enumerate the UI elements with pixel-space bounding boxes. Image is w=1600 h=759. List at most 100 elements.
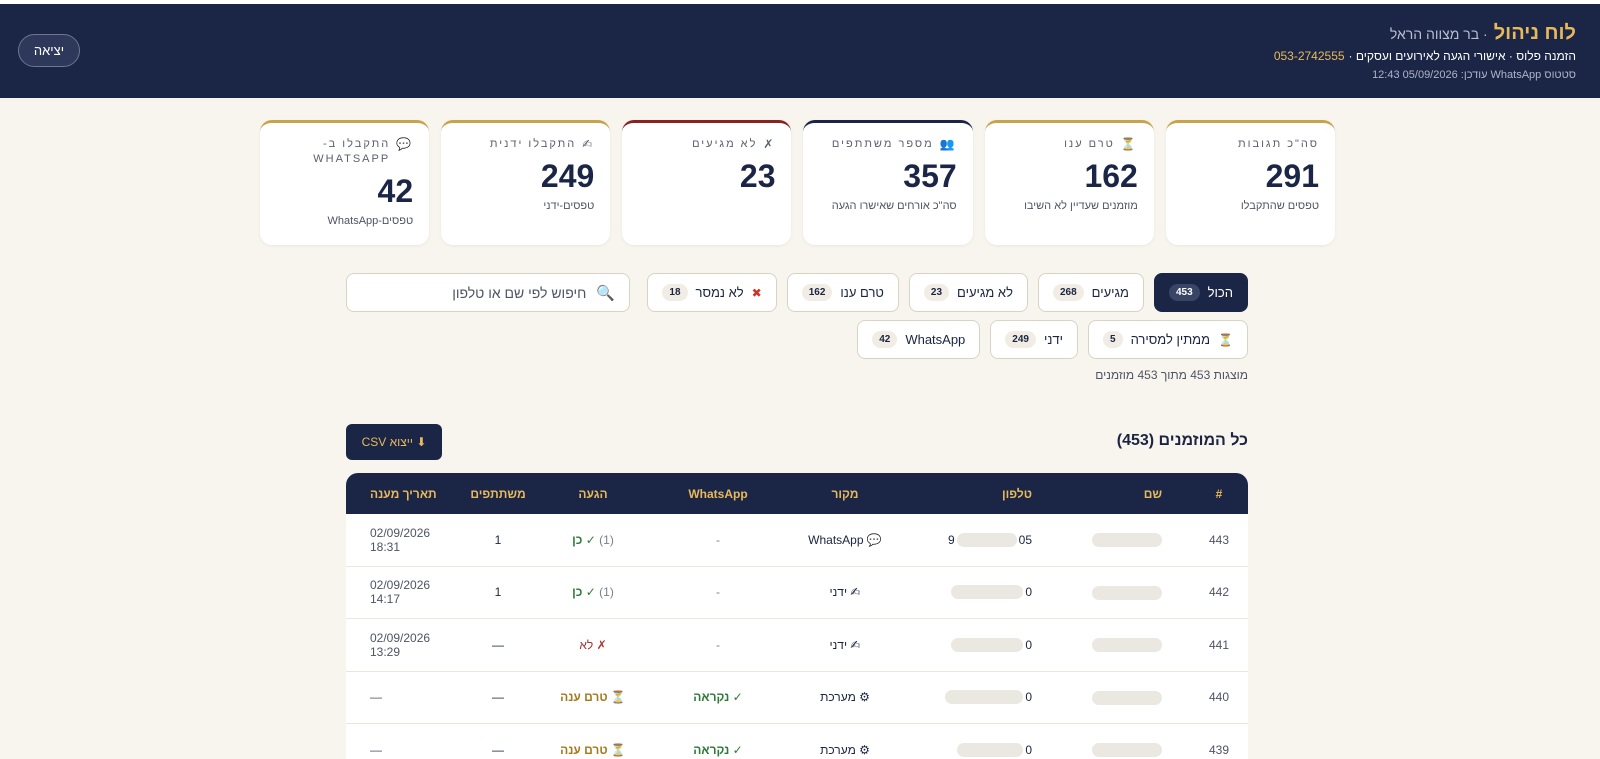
guests-table: # שם טלפון מקור WhatsApp הגעה משתתפים תא…	[346, 473, 1248, 759]
response-date: —	[370, 742, 382, 757]
source-cell: ⚙ מערכת	[820, 742, 870, 757]
row-number: 441	[1208, 637, 1230, 652]
table-row[interactable]: 443 05 9 💬 WhatsApp - (1) ✓ כן 1 02/09/20…	[346, 514, 1248, 567]
filter-count: 453	[1168, 284, 1200, 301]
participants-cell: 1	[494, 585, 502, 600]
redacted-phone	[957, 742, 1024, 757]
row-number: 440	[1208, 690, 1230, 705]
table-row[interactable]: 440 0 ⚙ מערכת ✓ נקראה ⏳ טרם ענה — —	[346, 672, 1248, 724]
guest-phone: 0	[902, 742, 1042, 757]
hand-icon: ✍	[582, 137, 595, 151]
filter-pending[interactable]: טרם ענו 162	[786, 273, 899, 312]
filter-label: טרם ענו	[840, 285, 884, 300]
redacted-name	[1092, 533, 1162, 548]
export-csv-button[interactable]: ⬇ ייצוא CSV	[346, 424, 442, 460]
column-header[interactable]: משתתפים	[458, 487, 538, 501]
table-header: # שם טלפון מקור WhatsApp הגעה משתתפים תא…	[346, 473, 1248, 514]
stat-desc: סה"כ אורחים שאישרו הגעה	[831, 200, 957, 212]
table-row[interactable]: 439 0 ⚙ מערכת ✓ נקראה ⏳ טרם ענה — —	[346, 724, 1248, 759]
column-header[interactable]: הגעה	[538, 487, 648, 501]
column-header[interactable]: שם	[1042, 487, 1202, 501]
header-description: הזמנה פלוס · אישורי הגעה לאירועים ועסקים…	[1274, 49, 1576, 63]
filter-coming[interactable]: מגיעים 268	[1037, 273, 1144, 312]
header-phone: 053-2742555	[1273, 49, 1345, 63]
whatsapp-status-cell: -	[716, 532, 720, 547]
results-count: מוצגות 453 מתוך 453 מוזמנים	[1095, 368, 1248, 382]
stat-label: סה"כ תגובות	[1238, 138, 1319, 150]
table-row[interactable]: 442 0 ✍ ידני - (1) ✓ כן 1 02/09/2026 14:…	[346, 567, 1248, 619]
stat-desc: מוזמנים שעדיין לא השיבו	[1024, 200, 1138, 212]
header-title-line: לוח ניהול · בר מצווה הראל	[1390, 22, 1576, 45]
search-input[interactable]	[366, 284, 587, 301]
column-header[interactable]: טלפון	[902, 487, 1042, 501]
response-date: 02/09/2026 18:31	[370, 525, 431, 554]
stat-desc: טפסים-WhatsApp	[327, 215, 414, 227]
table-section-title: כל המוזמנים (453)	[1116, 432, 1248, 449]
row-number: 442	[1208, 585, 1230, 600]
stat-total-responses: סה"כ תגובות 291 טפסים שהתקבלו	[1165, 120, 1335, 245]
whatsapp-status-cell: -	[716, 585, 720, 600]
filter-all[interactable]: הכול 453	[1153, 273, 1248, 312]
x-icon: ✗	[763, 137, 776, 151]
filter-not-delivered[interactable]: ✖ לא נמסר 18	[647, 273, 777, 312]
redacted-name	[1092, 743, 1162, 758]
gear-icon: ⚙	[859, 690, 870, 705]
chat-icon: 💬	[396, 137, 414, 151]
stat-label: מספר משתתפים	[831, 138, 934, 150]
guest-phone: 0	[902, 690, 1042, 705]
redacted-phone	[951, 637, 1024, 652]
filter-label: לא נמסר	[695, 285, 744, 300]
filter-not-coming[interactable]: לא מגיעים 23	[908, 273, 1028, 312]
whatsapp-status-cell: ✓ נקראה	[693, 742, 743, 757]
row-number: 443	[1208, 532, 1230, 547]
stat-value: 291	[1265, 158, 1319, 194]
whatsapp-status: סטטוס WhatsApp עודכן: 05/09/2026 12:43	[1372, 69, 1576, 81]
rsvp-cell: (1) ✓ כן	[572, 532, 614, 547]
redacted-name	[1092, 585, 1162, 600]
logout-button[interactable]: יציאה	[18, 34, 80, 67]
stat-not-coming: ✗ לא מגיעים 23	[622, 120, 792, 245]
table-row[interactable]: 441 0 ✍ ידני - ✗ לא — 02/09/2026 13:29	[346, 619, 1248, 672]
response-date: 02/09/2026 14:17	[370, 578, 431, 607]
chat-icon: 💬	[866, 532, 882, 547]
x-icon: ✖	[751, 285, 762, 300]
redacted-phone	[956, 532, 1017, 547]
column-header[interactable]: #	[1202, 487, 1248, 501]
column-header[interactable]: מקור	[788, 487, 902, 501]
filter-chips-row1: הכול 453 מגיעים 268 לא מגיעים 23 טרם ענו 162…	[647, 273, 1248, 312]
participants-cell: —	[492, 742, 504, 757]
stat-desc: טפסים שהתקבלו	[1240, 200, 1319, 212]
search-icon: 🔍	[596, 284, 615, 302]
rsvp-cell: ⏳ טרם ענה	[560, 690, 626, 705]
filter-count: 42	[872, 331, 898, 348]
stat-label: התקבלו ידנית	[489, 138, 577, 150]
hourglass-icon: ⏳	[1120, 137, 1138, 151]
guest-name	[1042, 637, 1202, 653]
filter-label: ידני	[1043, 332, 1064, 347]
header-bar: לוח ניהול · בר מצווה הראל הזמנה פלוס · א…	[0, 4, 1600, 98]
people-icon: 👥	[939, 137, 957, 151]
column-header[interactable]: WhatsApp	[648, 487, 788, 501]
hand-icon: ✍	[850, 637, 861, 652]
stat-participants: 👥 מספר משתתפים 357 סה"כ אורחים שאישרו הגע…	[803, 120, 973, 245]
filter-chips-row2: ⏳ ממתין למסירה 5 ידני 249 WhatsApp 42	[857, 320, 1248, 359]
redacted-name	[1092, 690, 1162, 705]
filter-count: 268	[1052, 284, 1084, 301]
page-title: לוח ניהול	[1493, 22, 1576, 44]
filter-awaiting-delivery[interactable]: ⏳ ממתין למסירה 5	[1088, 320, 1248, 359]
filter-whatsapp[interactable]: WhatsApp 42	[857, 320, 981, 359]
guest-name	[1042, 585, 1202, 600]
guest-phone: 05 9	[947, 532, 1032, 547]
filter-label: ממתין למסירה	[1130, 332, 1211, 347]
stats-cards: סה"כ תגובות 291 טפסים שהתקבלו ⏳ טרם ענו 1…	[259, 120, 1335, 245]
filter-manual[interactable]: ידני 249	[990, 320, 1079, 359]
stat-value: 249	[540, 158, 595, 194]
stat-label: לא מגיעים	[692, 138, 758, 150]
rsvp-cell: (1) ✓ כן	[572, 585, 614, 600]
redacted-phone	[951, 585, 1024, 600]
whatsapp-status-cell: -	[716, 637, 720, 652]
source-cell: 💬 WhatsApp	[808, 532, 882, 547]
stat-whatsapp: 💬 התקבלו ב-WHATSAPP 42 טפסים-WhatsApp	[259, 120, 430, 245]
search-box: 🔍	[346, 273, 630, 312]
column-header[interactable]: תאריך מענה	[346, 487, 458, 501]
